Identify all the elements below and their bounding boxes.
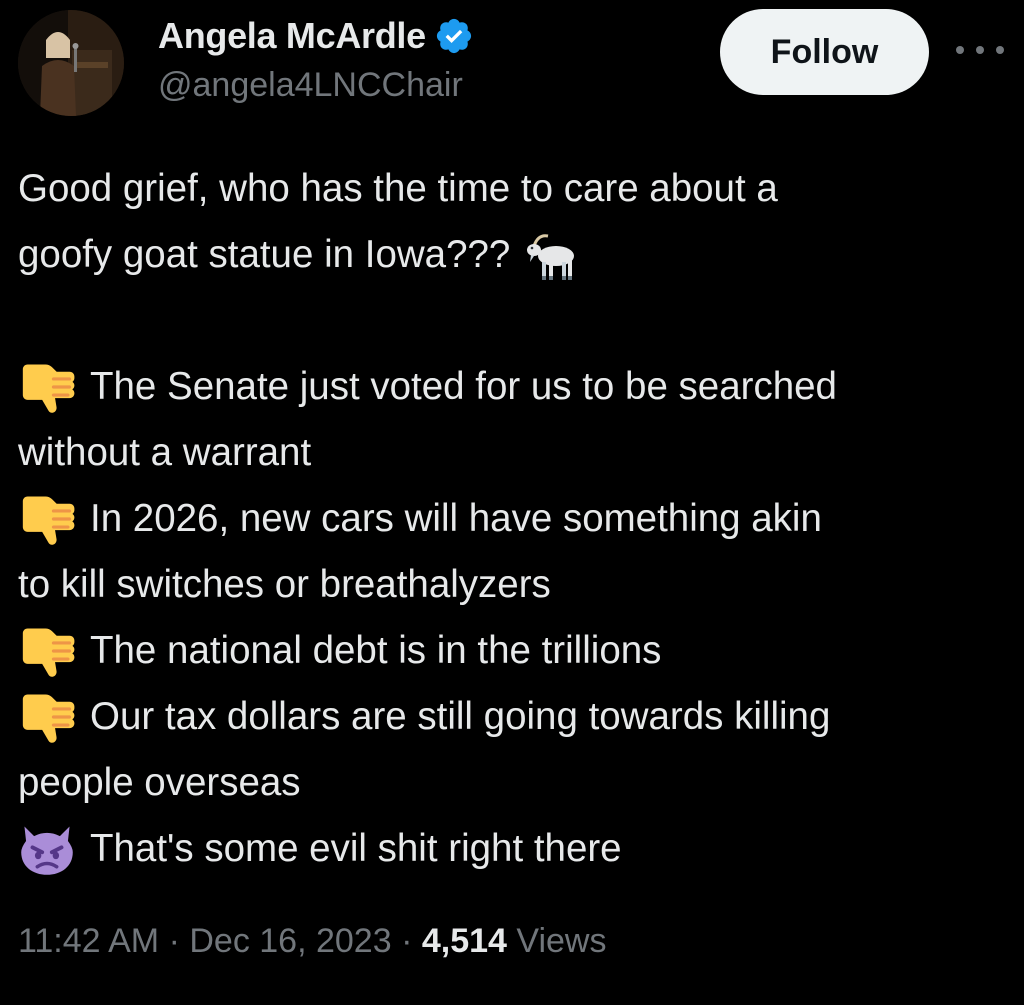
views-count: 4,514	[421, 922, 507, 960]
more-dot	[956, 46, 964, 54]
text-line: without a warrant	[18, 420, 1008, 486]
text-line: goofy goat statue in Iowa???	[18, 222, 1008, 288]
timestamp-time[interactable]: 11:42 AM	[18, 922, 159, 960]
text-line: to kill switches or breathalyzers	[18, 552, 1008, 618]
more-dot	[976, 46, 984, 54]
text-segment: In 2026, new cars will have something ak…	[90, 497, 822, 540]
angry-devil-icon	[18, 820, 76, 878]
tweet-card: Angela McArdle @angela4LNCChair Follow G…	[0, 0, 1024, 1005]
thumbs-down-icon	[18, 622, 76, 680]
follow-button[interactable]: Follow	[720, 9, 929, 95]
views-label: Views	[516, 922, 607, 960]
text-line: The Senate just voted for us to be searc…	[18, 354, 1008, 420]
separator: ·	[159, 922, 190, 960]
text-line: Our tax dollars are still going towards …	[18, 684, 1008, 750]
text-segment: The national debt is in the trillions	[90, 629, 662, 672]
text-line: That's some evil shit right there	[18, 816, 1008, 882]
text-segment: Our tax dollars are still going towards …	[90, 695, 831, 738]
thumbs-down-icon	[18, 490, 76, 548]
verified-badge-icon[interactable]	[434, 16, 474, 56]
text-line: In 2026, new cars will have something ak…	[18, 486, 1008, 552]
text-segment: Good grief, who has the time to care abo…	[18, 167, 778, 210]
more-dot	[996, 46, 1004, 54]
timestamp-date[interactable]: Dec 16, 2023	[189, 922, 391, 960]
text-segment: people overseas	[18, 761, 301, 804]
name-row: Angela McArdle	[158, 12, 474, 60]
text-line: people overseas	[18, 750, 1008, 816]
more-horizontal-icon[interactable]	[956, 38, 1004, 62]
author-block: Angela McArdle @angela4LNCChair	[158, 12, 474, 105]
text-segment: goofy goat statue in Iowa???	[18, 233, 511, 276]
text-segment: without a warrant	[18, 431, 312, 474]
text-segment: That's some evil shit right there	[90, 827, 622, 870]
display-name[interactable]: Angela McArdle	[158, 15, 426, 57]
separator: ·	[391, 922, 422, 960]
thumbs-down-icon	[18, 358, 76, 416]
text-segment: The Senate just voted for us to be searc…	[90, 365, 837, 408]
avatar[interactable]	[18, 10, 124, 116]
goat-icon	[522, 226, 580, 284]
text-line: Good grief, who has the time to care abo…	[18, 156, 1008, 222]
thumbs-down-icon	[18, 688, 76, 746]
text-segment: to kill switches or breathalyzers	[18, 563, 551, 606]
handle[interactable]: @angela4LNCChair	[158, 66, 474, 105]
tweet-text: Good grief, who has the time to care abo…	[18, 156, 1008, 882]
text-line: The national debt is in the trillions	[18, 618, 1008, 684]
tweet-meta: 11:42 AM · Dec 16, 2023 · 4,514 Views	[18, 922, 606, 961]
